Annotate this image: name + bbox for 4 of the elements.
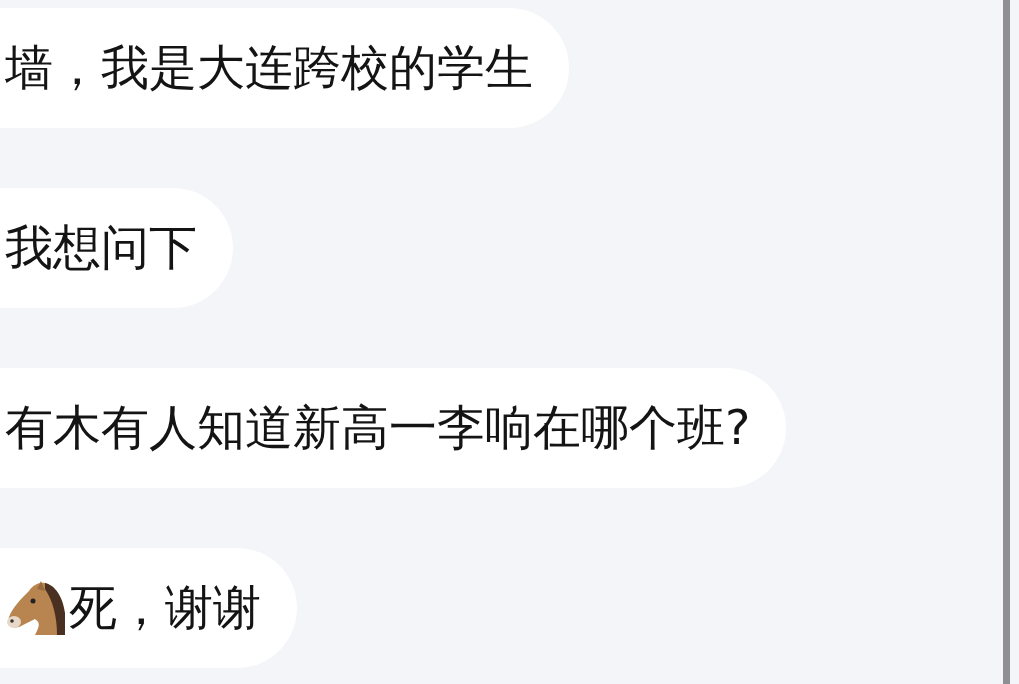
message-text: 死，谢谢 [69,578,261,637]
message-text: 我想问下 [5,218,197,277]
message-text: 有木有人知道新高一李响在哪个班? [5,398,751,457]
message-text: 墙，我是大连跨校的学生 [5,38,533,97]
